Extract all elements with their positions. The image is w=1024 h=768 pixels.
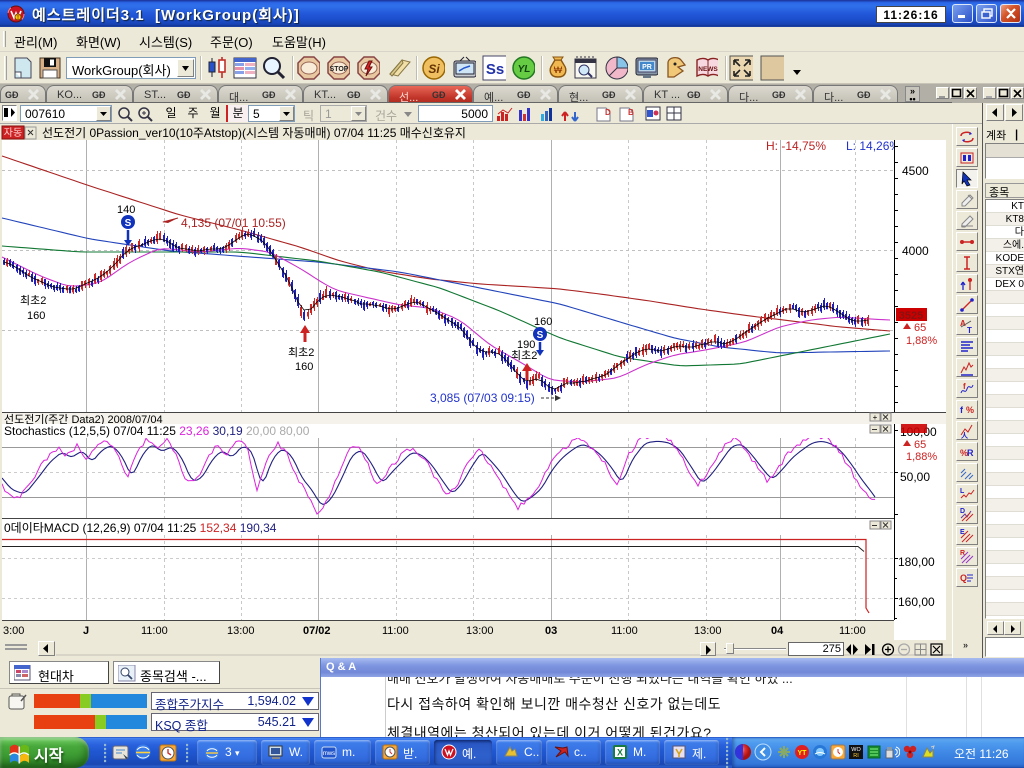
svg-text:자동: 자동 <box>4 127 22 139</box>
svg-text:3,085 (07/03 09:15): 3,085 (07/03 09:15) <box>430 391 535 405</box>
svg-text:NEWS: NEWS <box>698 66 718 73</box>
svg-text:4500: 4500 <box>902 164 929 178</box>
svg-text:최초2: 최초2 <box>288 346 314 359</box>
svg-text:65: 65 <box>914 322 926 334</box>
svg-text:03: 03 <box>545 625 557 637</box>
svg-text:mws: mws <box>323 751 335 757</box>
svg-text:11:00: 11:00 <box>141 625 168 637</box>
svg-text:YL: YL <box>518 64 531 75</box>
svg-text:11:00: 11:00 <box>839 625 866 637</box>
svg-text:선도전기 0Passion_ver10(10주Atstop): 선도전기 0Passion_ver10(10주Atstop)(시스템 자동매매)… <box>42 126 466 140</box>
svg-text:Ss: Ss <box>486 61 504 78</box>
svg-text:J: J <box>83 625 89 637</box>
svg-text:3525: 3525 <box>899 310 923 322</box>
svg-text:50,00: 50,00 <box>900 470 930 484</box>
svg-text:1,88%: 1,88% <box>906 451 937 463</box>
svg-text:GĐ: GĐ <box>92 90 106 100</box>
svg-text:Q: Q <box>960 573 967 583</box>
svg-text:140: 140 <box>117 204 135 216</box>
svg-text:S: S <box>537 330 544 341</box>
svg-text:STOP: STOP <box>330 66 349 73</box>
svg-text:13:00: 13:00 <box>466 625 494 637</box>
svg-text:R: R <box>967 448 974 458</box>
svg-text:GĐ: GĐ <box>347 90 361 100</box>
svg-text:+: + <box>873 413 878 422</box>
svg-text:4000: 4000 <box>902 244 929 258</box>
svg-text:Stochastics (12,5,5) 07/04 11:: Stochastics (12,5,5) 07/04 11:25 23,26 3… <box>4 424 310 438</box>
svg-text:최초2: 최초2 <box>20 294 46 307</box>
svg-text:65: 65 <box>914 439 926 451</box>
svg-text:T: T <box>967 326 972 335</box>
svg-text:T: T <box>16 16 19 22</box>
svg-text:GĐ: GĐ <box>5 90 19 100</box>
svg-text:PR: PR <box>642 64 652 71</box>
svg-text:11:00: 11:00 <box>611 625 638 637</box>
svg-text:D: D <box>960 508 965 515</box>
svg-text:%: % <box>966 405 974 415</box>
svg-text:H: -14,75%: H: -14,75% <box>766 139 826 153</box>
svg-text:0데이타MACD (12,26,9) 07/04 11:25: 0데이타MACD (12,26,9) 07/04 11:25 152,34 19… <box>4 521 277 535</box>
svg-text:B: B <box>628 108 634 117</box>
svg-text:GĐ: GĐ <box>602 90 616 100</box>
svg-text:₩: ₩ <box>554 65 563 75</box>
svg-text:E: E <box>960 529 965 536</box>
svg-text:D: D <box>605 108 611 117</box>
svg-text:11:00: 11:00 <box>382 625 409 637</box>
svg-text:L: L <box>960 488 965 495</box>
svg-text:180,00: 180,00 <box>898 555 935 569</box>
svg-text:160: 160 <box>534 316 552 328</box>
svg-text:GĐ: GĐ <box>772 90 786 100</box>
svg-text:최초2: 최초2 <box>511 349 537 362</box>
svg-text:GĐ: GĐ <box>262 90 276 100</box>
svg-text:Si: Si <box>428 62 440 76</box>
svg-text:RI: RI <box>853 753 859 759</box>
svg-text:f: f <box>960 405 964 415</box>
svg-text:160: 160 <box>27 310 45 322</box>
svg-text:4,135 (07/01 10:55): 4,135 (07/01 10:55) <box>181 216 286 230</box>
svg-text:GĐ: GĐ <box>177 90 191 100</box>
svg-text:人: 人 <box>961 431 969 440</box>
svg-text:S: S <box>125 218 132 229</box>
svg-text:R: R <box>960 550 965 557</box>
svg-text:L: 14,26%: L: 14,26% <box>846 139 900 153</box>
svg-text:13:00: 13:00 <box>694 625 722 637</box>
svg-text:04: 04 <box>771 625 784 637</box>
svg-text:1,88%: 1,88% <box>906 335 937 347</box>
svg-text:GĐ: GĐ <box>687 90 701 100</box>
svg-text:YT: YT <box>798 750 808 757</box>
svg-text:f: f <box>963 382 966 391</box>
svg-text:160: 160 <box>295 361 313 373</box>
svg-text:3:00: 3:00 <box>3 625 24 637</box>
svg-text:X: X <box>617 748 623 758</box>
svg-text:160,00: 160,00 <box>898 595 935 609</box>
svg-text:GĐ: GĐ <box>857 90 871 100</box>
svg-text:GĐ: GĐ <box>517 90 531 100</box>
svg-text:GĐ: GĐ <box>432 90 446 100</box>
svg-text:07/02: 07/02 <box>303 625 331 637</box>
svg-text:13:00: 13:00 <box>227 625 255 637</box>
